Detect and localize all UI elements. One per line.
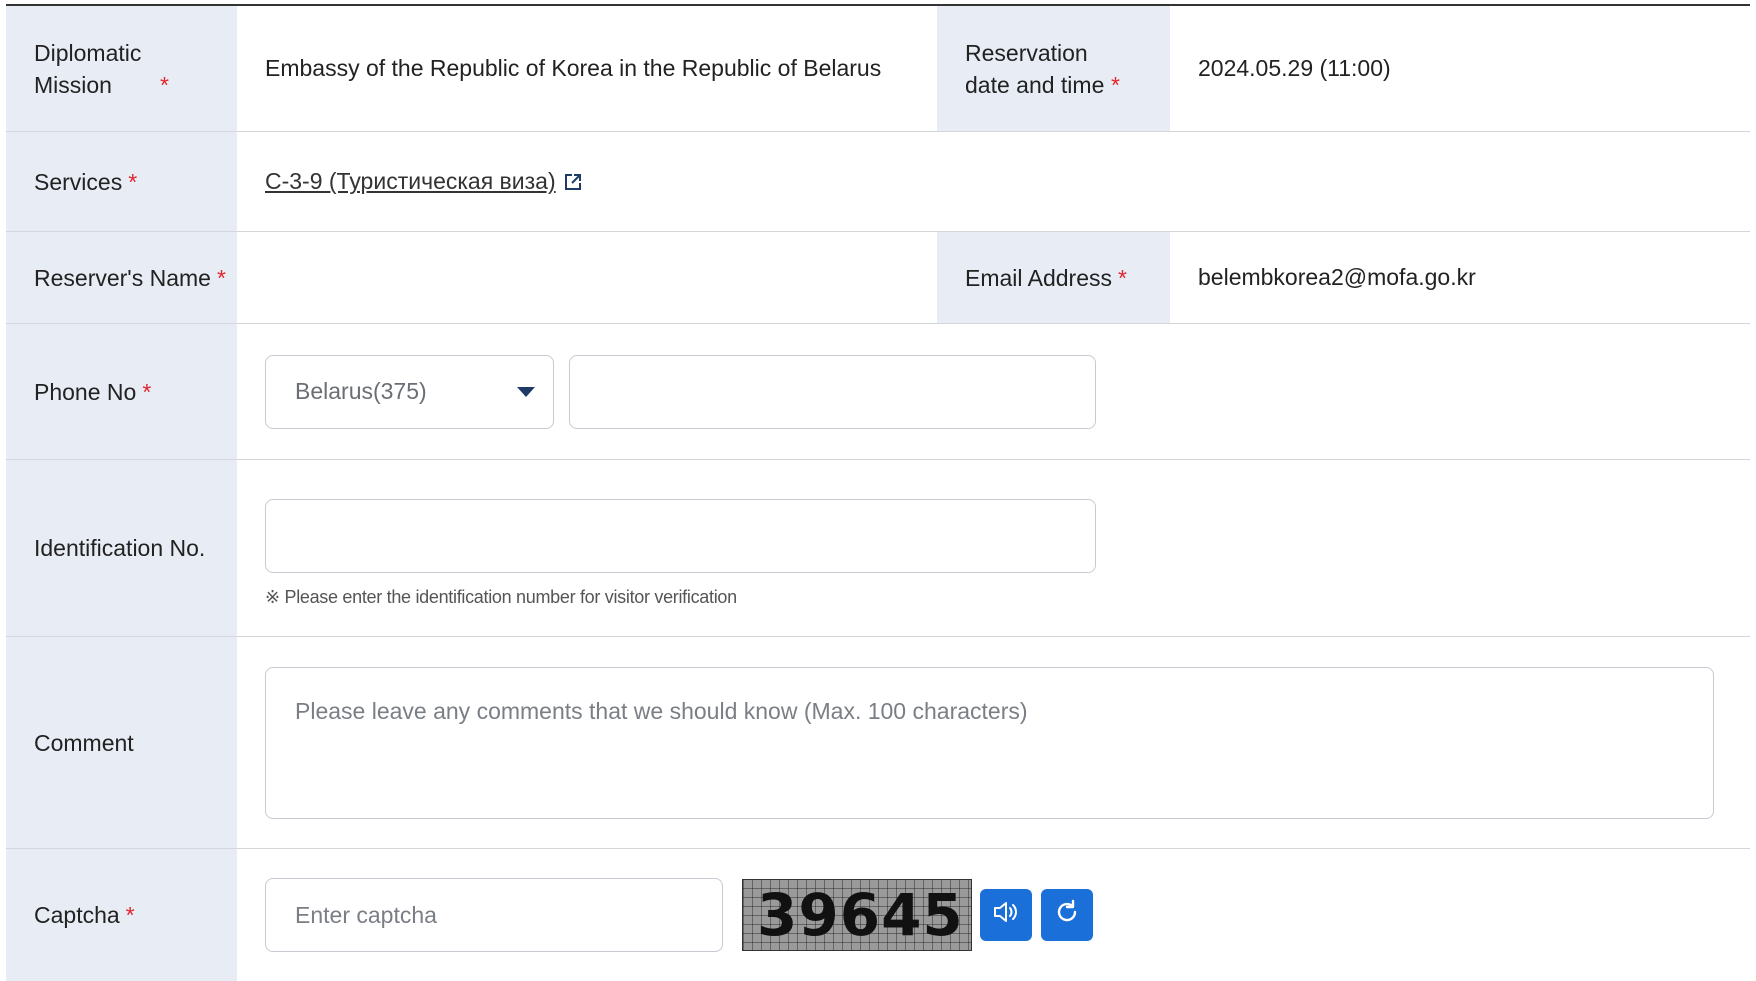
mission-label-text: Diplomatic Mission [34, 39, 142, 98]
identification-label: Identification No. [6, 460, 237, 636]
reserver-value [237, 232, 937, 323]
required-mark: * [160, 71, 169, 98]
captcha-image: 39645 [742, 879, 972, 951]
service-link[interactable]: С-3-9 (Туристическая виза) [265, 168, 556, 195]
phone-label: Phone No * [6, 324, 237, 459]
captcha-value: 39645 [237, 849, 1750, 981]
comment-label: Comment [6, 637, 237, 848]
reserver-label: Reserver's Name * [6, 232, 237, 323]
row-captcha: Captcha* 39645 [6, 849, 1750, 981]
reservation-form: Diplomatic Mission * Embassy of the Repub… [6, 4, 1750, 981]
identification-input[interactable] [265, 498, 1096, 573]
reservation-label-text: Reservation date and time [965, 39, 1105, 98]
row-phone: Phone No * Belarus(375) [6, 324, 1750, 460]
row-services: Services * С-3-9 (Туристическая виза) [6, 132, 1750, 232]
country-code-select[interactable]: Belarus(375) [265, 354, 554, 429]
comment-label-text: Comment [34, 729, 134, 756]
identification-label-text: Identification No. [34, 535, 206, 561]
services-label: Services * [6, 132, 237, 231]
mission-value: Embassy of the Republic of Korea in the … [265, 55, 882, 81]
row-identification: Identification No. ※ Please enter the id… [6, 460, 1750, 637]
required-mark: * [142, 378, 152, 405]
captcha-label-text: Captcha [34, 902, 120, 928]
captcha-refresh-button[interactable] [1041, 889, 1093, 941]
phone-value: Belarus(375) [237, 324, 1750, 459]
required-mark: * [128, 168, 138, 195]
email-label: Email Address * [937, 232, 1170, 323]
comment-textarea[interactable] [265, 666, 1714, 819]
identification-value: ※ Please enter the identification number… [237, 460, 1750, 636]
services-value: С-3-9 (Туристическая виза) [237, 132, 1750, 231]
refresh-icon [1054, 899, 1080, 931]
required-mark: * [125, 902, 135, 928]
comment-value [237, 637, 1750, 848]
required-mark: * [1111, 71, 1120, 98]
reservation-value: 2024.05.29 (11:00) [1198, 55, 1391, 81]
external-link-icon[interactable] [564, 173, 582, 191]
mission-label: Diplomatic Mission * [6, 6, 237, 131]
captcha-code: 39645 [757, 881, 964, 949]
row-reserver: Reserver's Name * Email Address * belembko… [6, 232, 1750, 324]
audio-icon [992, 899, 1020, 931]
email-value: belembkorea2@mofa.go.kr [1198, 264, 1476, 290]
identification-note: ※ Please enter the identification number… [265, 586, 737, 607]
services-label-text: Services [34, 168, 123, 195]
country-code-value: Belarus(375) [295, 378, 427, 404]
required-mark: * [1118, 264, 1127, 291]
phone-number-input[interactable] [569, 354, 1096, 429]
row-mission: Diplomatic Mission * Embassy of the Repub… [6, 6, 1750, 132]
reservation-label: Reservation date and time * [937, 6, 1170, 131]
captcha-input[interactable] [265, 878, 723, 952]
captcha-label: Captcha * [6, 849, 237, 981]
email-label-text: Email Address [965, 264, 1113, 291]
required-mark: * [216, 264, 226, 291]
captcha-audio-button[interactable] [980, 889, 1032, 941]
row-comment: Comment [6, 637, 1750, 849]
phone-label-text: Phone No [34, 378, 137, 405]
reserver-label-text: Reserver's Name [34, 264, 211, 291]
dropdown-arrow-icon [517, 386, 535, 397]
